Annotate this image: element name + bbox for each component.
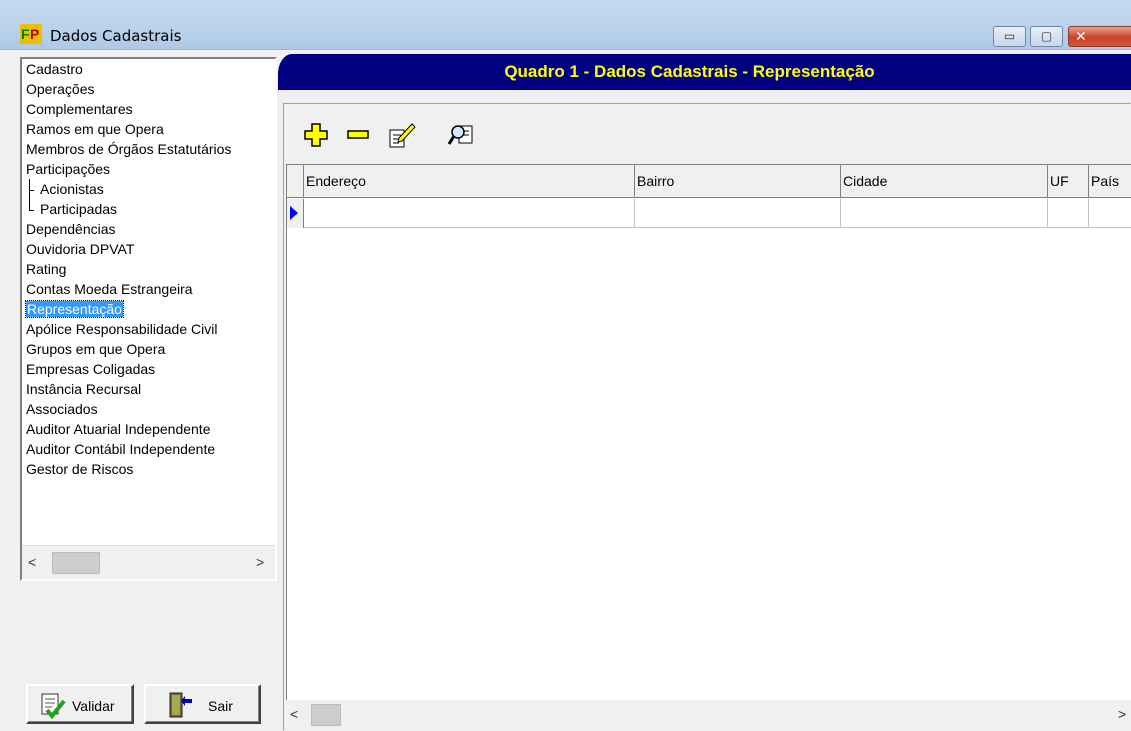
close-icon: ✕: [1075, 28, 1087, 44]
grid-corner: [287, 165, 304, 198]
tree-item-ouvidoria[interactable]: Ouvidoria DPVAT: [26, 240, 134, 260]
tree-item-empresas[interactable]: Empresas Coligadas: [26, 360, 155, 380]
scroll-thumb[interactable]: [52, 552, 100, 574]
add-icon[interactable]: [301, 120, 331, 150]
cell-bairro[interactable]: [635, 199, 841, 228]
tree-item-operacoes[interactable]: Operações: [26, 80, 94, 100]
window-title: Dados Cadastrais: [50, 27, 182, 45]
tree-item-contas-moeda[interactable]: Contas Moeda Estrangeira: [26, 280, 193, 300]
scroll-left-icon[interactable]: <: [28, 554, 36, 570]
tree-connector-line: [29, 179, 30, 211]
section-header: Quadro 1 - Dados Cadastrais - Representa…: [278, 54, 1131, 90]
tree-item-auditor-contabil[interactable]: Auditor Contábil Independente: [26, 440, 215, 460]
search-icon[interactable]: [447, 120, 477, 150]
grid-header: Endereço Bairro Cidade UF País: [287, 165, 1131, 198]
tree-item-cadastro[interactable]: Cadastro: [26, 60, 83, 80]
validar-button[interactable]: Validar: [26, 684, 134, 724]
current-row-arrow-icon: [290, 206, 298, 220]
page-title: Quadro 1 - Dados Cadastrais - Representa…: [504, 62, 875, 81]
edit-icon[interactable]: [387, 120, 417, 150]
title-bar: F P Dados Cadastrais ▭ ▢ ✕: [0, 0, 1131, 50]
checklist-icon: [41, 693, 66, 719]
tree-item-dependencias[interactable]: Dependências: [26, 220, 116, 240]
minimize-button[interactable]: ▭: [993, 26, 1026, 47]
cell-cidade[interactable]: [841, 199, 1048, 228]
navigation-tree[interactable]: Cadastro Operações Complementares Ramos …: [20, 57, 277, 581]
fp-app-icon: F P: [20, 24, 42, 44]
tree-item-representacao[interactable]: Representação: [25, 300, 124, 320]
scroll-thumb[interactable]: [311, 704, 341, 726]
tree-horizontal-scrollbar[interactable]: < >: [22, 545, 275, 579]
column-header-pais[interactable]: País: [1089, 165, 1131, 198]
tree-item-participacoes[interactable]: Participações: [26, 160, 110, 180]
maximize-button[interactable]: ▢: [1030, 26, 1063, 47]
scroll-left-icon[interactable]: <: [290, 706, 298, 722]
remove-icon[interactable]: [343, 120, 373, 150]
data-grid[interactable]: Endereço Bairro Cidade UF País: [286, 164, 1131, 700]
tree-connector-tick: [29, 210, 34, 211]
cell-pais[interactable]: [1089, 199, 1131, 228]
maximize-icon: ▢: [1040, 29, 1053, 43]
grid-horizontal-scrollbar[interactable]: < >: [286, 700, 1131, 731]
tree-item-auditor-atuarial[interactable]: Auditor Atuarial Independente: [26, 420, 210, 440]
minimize-icon: ▭: [1003, 29, 1016, 43]
column-header-bairro[interactable]: Bairro: [635, 165, 841, 198]
tree-item-grupos[interactable]: Grupos em que Opera: [26, 340, 165, 360]
sair-button[interactable]: Sair: [144, 684, 261, 724]
tree-item-rating[interactable]: Rating: [26, 260, 66, 280]
cell-uf[interactable]: [1048, 199, 1089, 228]
tree-item-instancia[interactable]: Instância Recursal: [26, 380, 141, 400]
cell-endereco[interactable]: [304, 199, 635, 228]
column-header-uf[interactable]: UF: [1048, 165, 1089, 198]
svg-text:P: P: [30, 26, 39, 42]
tree-item-membros[interactable]: Membros de Órgãos Estatutários: [26, 140, 231, 160]
exit-door-icon: [169, 692, 192, 718]
table-row[interactable]: [287, 199, 1131, 228]
svg-text:F: F: [21, 26, 30, 42]
tree-item-gestor-riscos[interactable]: Gestor de Riscos: [26, 460, 133, 480]
tree-item-associados[interactable]: Associados: [26, 400, 98, 420]
column-header-cidade[interactable]: Cidade: [841, 165, 1048, 198]
column-header-endereco[interactable]: Endereço: [304, 165, 635, 198]
tree-item-apolice[interactable]: Apólice Responsabilidade Civil: [26, 320, 217, 340]
tree-connector-tick: [29, 190, 34, 191]
tree-item-ramos[interactable]: Ramos em que Opera: [26, 120, 164, 140]
tree-item-acionistas[interactable]: Acionistas: [40, 180, 104, 200]
scroll-right-icon[interactable]: >: [256, 554, 264, 570]
row-indicator-cell: [287, 199, 304, 228]
close-button[interactable]: ✕: [1068, 26, 1131, 47]
tree-item-participadas[interactable]: Participadas: [40, 200, 117, 220]
tree-item-complementares[interactable]: Complementares: [26, 100, 133, 120]
scroll-right-icon[interactable]: >: [1118, 706, 1126, 722]
